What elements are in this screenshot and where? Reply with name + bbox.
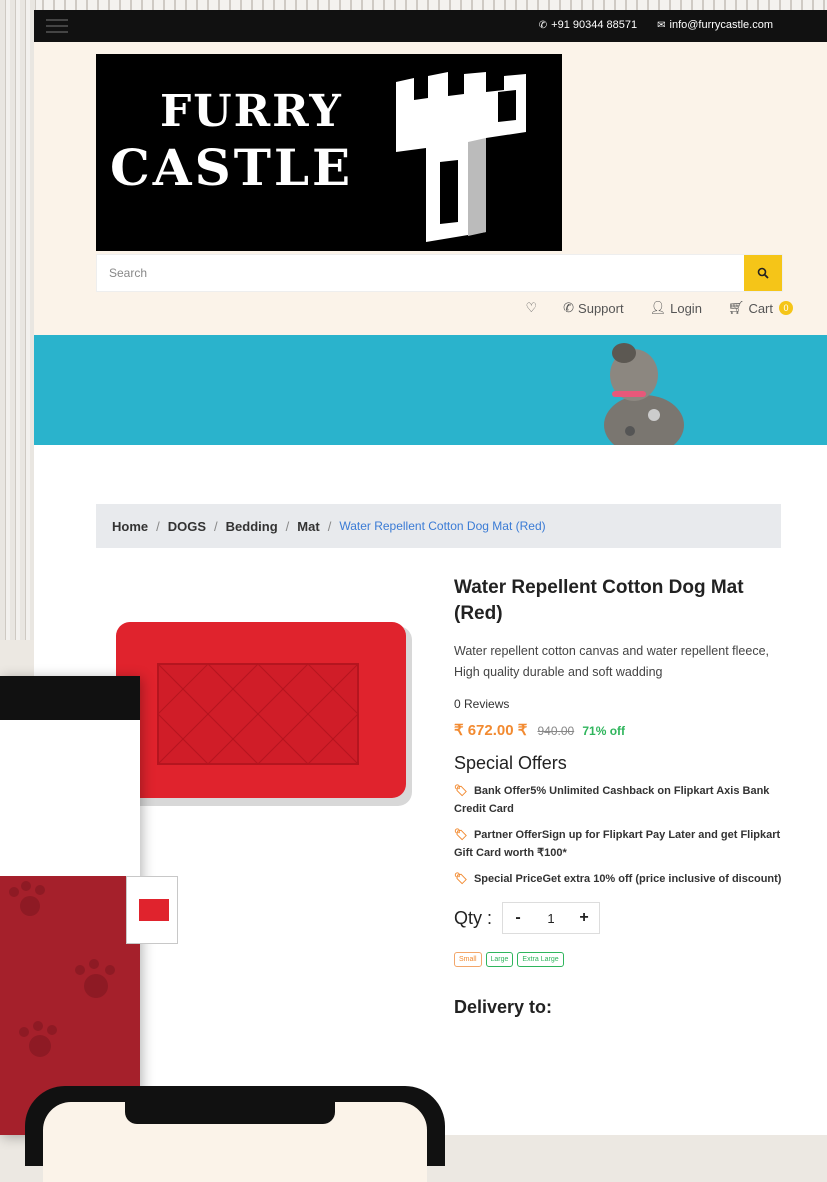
qty-increase-button[interactable]: + <box>569 909 599 927</box>
product-thumbnail[interactable] <box>126 876 178 944</box>
quantity-stepper: - 1 + <box>502 902 601 934</box>
size-extra-large[interactable]: Extra Large <box>517 952 564 967</box>
product-info: Water Repellent Cotton Dog Mat (Red) Wat… <box>454 575 794 1018</box>
login-link[interactable]: 👤︎ Login <box>650 300 702 316</box>
support-link[interactable]: ✆ Support <box>563 300 623 316</box>
breadcrumb-separator: / <box>327 518 332 534</box>
qty-value[interactable]: 1 <box>533 911 569 926</box>
tag-icon: 🏷︎ <box>454 873 468 885</box>
top-contact-bar: ✆ +91 90344 88571 ✉ info@furrycastle.com <box>34 10 827 42</box>
special-offers-heading: Special Offers <box>454 753 567 773</box>
offer-item: 🏷︎ Special PriceGet extra 10% off (price … <box>454 870 794 888</box>
tablet-mockup <box>0 676 140 1135</box>
phone-icon: ✆ <box>563 300 575 315</box>
tablet-top-bar <box>0 676 140 720</box>
qty-label: Qty : <box>454 907 493 928</box>
wishlist-link[interactable]: ♡ <box>525 300 537 316</box>
support-label: Support <box>578 300 624 316</box>
size-small[interactable]: Small <box>454 952 482 967</box>
search-icon <box>757 267 769 279</box>
cart-label: Cart <box>748 300 773 316</box>
castle-tower-icon <box>396 72 526 242</box>
login-label: Login <box>670 300 702 316</box>
breadcrumb-current: Water Repellent Cotton Dog Mat (Red) <box>339 519 546 533</box>
email-address: info@furrycastle.com <box>669 19 773 31</box>
site-header: FURRY CASTLE ♡ ✆ <box>34 42 827 335</box>
breadcrumb-mat[interactable]: Mat <box>297 519 319 534</box>
breadcrumb-bedding[interactable]: Bedding <box>226 519 278 534</box>
heart-icon: ♡ <box>525 300 538 315</box>
offer-text: Special PriceGet extra 10% off (price in… <box>473 873 782 885</box>
breadcrumb-separator: / <box>285 518 290 534</box>
user-icon: 👤︎ <box>649 300 667 315</box>
phone-mockup <box>25 1086 445 1182</box>
product-title: Water Repellent Cotton Dog Mat (Red) <box>454 577 744 624</box>
search-input[interactable] <box>97 255 744 291</box>
logo-text-line2: CASTLE <box>110 138 354 197</box>
product-description: Water repellent cotton canvas and water … <box>454 644 769 679</box>
price-row: ₹ 672.00 ₹ 940.00 71% off <box>454 721 794 739</box>
quantity-selector: Qty : - 1 + <box>454 902 794 934</box>
decorative-border-top <box>0 0 827 10</box>
email-link[interactable]: ✉ info@furrycastle.com <box>657 19 773 31</box>
promo-banner[interactable] <box>34 335 827 445</box>
search-button[interactable] <box>744 255 782 291</box>
tag-icon: 🏷︎ <box>454 829 468 841</box>
cart-count-badge: 0 <box>779 301 793 315</box>
phone-icon: ✆ <box>538 19 548 31</box>
menu-icon[interactable] <box>46 19 68 33</box>
furry-castle-logo[interactable]: FURRY CASTLE <box>96 54 562 251</box>
size-large[interactable]: Large <box>485 952 514 967</box>
offer-text: Bank Offer5% Unlimited Cashback on Flipk… <box>454 785 770 815</box>
logo-text-line1: FURRY <box>160 86 343 137</box>
search-bar <box>96 254 783 292</box>
header-nav: ♡ ✆ Support 👤︎ Login 🛒︎ Cart 0 <box>525 300 793 316</box>
breadcrumb-dogs[interactable]: DOGS <box>168 519 206 534</box>
dog-banner-image <box>604 343 684 445</box>
sale-price: ₹ 672.00 ₹ <box>454 722 528 739</box>
breadcrumb-home[interactable]: Home <box>112 519 148 534</box>
product-image[interactable] <box>116 622 416 812</box>
breadcrumb: Home / DOGS / Bedding / Mat / Water Repe… <box>96 504 781 548</box>
size-options: Small Large Extra Large <box>454 952 794 967</box>
offer-text: Partner OfferSign up for Flipkart Pay La… <box>454 829 781 859</box>
qty-decrease-button[interactable]: - <box>503 909 533 927</box>
reviews-count[interactable]: 0 Reviews <box>454 697 794 711</box>
phone-number: +91 90344 88571 <box>551 19 638 31</box>
tag-icon: 🏷︎ <box>454 785 468 797</box>
product-page: ✆ +91 90344 88571 ✉ info@furrycastle.com… <box>34 10 827 1135</box>
cart-link[interactable]: 🛒︎ Cart 0 <box>728 300 793 316</box>
decorative-border-left <box>0 0 36 640</box>
phone-link[interactable]: ✆ +91 90344 88571 <box>539 19 637 31</box>
breadcrumb-separator: / <box>156 518 160 534</box>
original-price: 940.00 <box>537 724 575 738</box>
breadcrumb-separator: / <box>214 518 218 534</box>
envelope-icon: ✉ <box>657 19 666 31</box>
discount-badge: 71% off <box>582 724 626 738</box>
offer-item: 🏷︎ Partner OfferSign up for Flipkart Pay … <box>454 826 794 862</box>
cart-icon: 🛒︎ <box>727 300 745 315</box>
offer-item: 🏷︎ Bank Offer5% Unlimited Cashback on Fli… <box>454 782 794 818</box>
delivery-heading: Delivery to: <box>454 997 553 1017</box>
phone-notch <box>125 1102 335 1124</box>
